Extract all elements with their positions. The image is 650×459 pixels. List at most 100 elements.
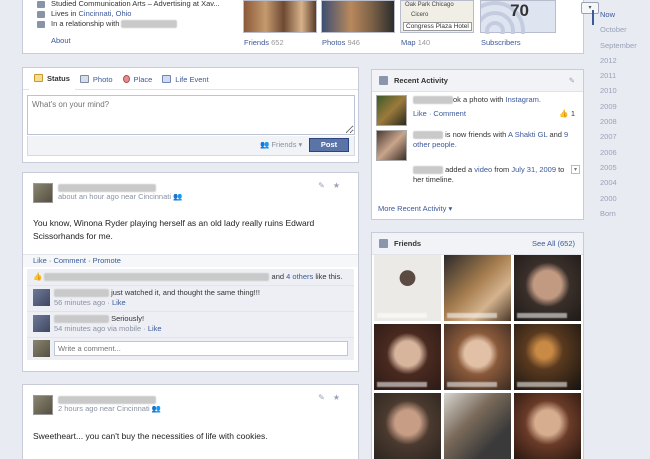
location-link[interactable]: Cincinnati, Ohio (79, 9, 132, 18)
commenter-avatar[interactable] (33, 289, 50, 306)
friend-link[interactable]: A Shakti GL (508, 130, 547, 139)
timeline-year[interactable]: 2006 (592, 148, 650, 163)
write-comment-row (27, 338, 354, 360)
comment-text: Seriously! (111, 314, 145, 323)
friends-icon: 👥 (260, 140, 270, 149)
status-composer: Status Photo Place Life Event 👥 Friends … (22, 67, 359, 163)
thumbs-up-icon: 👍 (559, 109, 569, 118)
commenter-name-redacted[interactable] (54, 315, 109, 324)
timeline-year[interactable]: 2010 (592, 86, 650, 101)
friends-audience-icon: 👥 (151, 404, 162, 413)
comment-like-link[interactable]: Like (112, 298, 126, 307)
commenter-avatar[interactable] (33, 315, 50, 332)
edit-pencil-icon[interactable]: ✎ (569, 70, 575, 91)
timeline-year[interactable]: 2008 (592, 117, 650, 132)
comment: Seriously! 54 minutes ago via mobile · L… (27, 312, 354, 338)
audience-selector[interactable]: 👥 Friends ▾ (260, 140, 302, 149)
others-like-link[interactable]: 4 others (286, 272, 313, 281)
feedback-section: 👍 and 4 others like this. just watched i… (27, 269, 354, 360)
more-recent-activity-link[interactable]: More Recent Activity ▾ (378, 204, 452, 213)
timeline-year[interactable]: 2009 (592, 102, 650, 117)
friend-tile[interactable] (444, 393, 511, 459)
author-name-redacted[interactable] (58, 395, 156, 404)
friends-icon (379, 239, 388, 248)
tab-status[interactable]: Status (29, 68, 75, 90)
map-label-mid: Cicero (411, 12, 429, 18)
activity-photo[interactable] (376, 95, 407, 126)
friend-tile[interactable] (444, 255, 511, 321)
timeline-navigation: Now October September 2012 2011 2010 200… (592, 10, 650, 224)
friend-tile[interactable] (514, 255, 581, 321)
photos-thumbnail[interactable] (321, 0, 395, 33)
thumbs-up-icon: 👍 (33, 272, 43, 281)
timeline-year[interactable]: 2000 (592, 194, 650, 209)
tab-place[interactable]: Place (118, 68, 158, 90)
comment-time[interactable]: 56 minutes ago (54, 298, 105, 307)
chevron-down-icon[interactable]: ▾ (571, 165, 580, 174)
video-link[interactable]: video (474, 165, 492, 174)
actor-name-redacted[interactable] (413, 96, 453, 105)
friend-photo[interactable] (376, 130, 407, 161)
subscribers-count: 70 (510, 1, 529, 20)
timeline-year[interactable]: 2004 (592, 178, 650, 193)
partner-name-redacted[interactable] (121, 20, 178, 29)
post-button[interactable]: Post (309, 138, 349, 152)
friend-name-redacted (377, 382, 427, 387)
instagram-link[interactable]: Instagram. (506, 95, 541, 104)
map-thumbnail[interactable]: Oak Park Chicago Cicero Congress Plaza H… (400, 0, 474, 33)
bio-education: Studied Communication Arts – Advertising… (37, 0, 220, 9)
see-all-friends-link[interactable]: See All (652) (532, 233, 575, 254)
friends-label[interactable]: Friends 652 (244, 38, 284, 47)
subscribers-label[interactable]: Subscribers (481, 38, 521, 47)
author-avatar[interactable] (33, 183, 53, 203)
promote-link[interactable]: Promote (93, 256, 121, 265)
timeline-year[interactable]: October (592, 25, 650, 40)
activity-like-comment[interactable]: Like · Comment (413, 109, 466, 118)
friend-tile[interactable] (374, 255, 441, 321)
comment-link[interactable]: Comment (53, 256, 86, 265)
timeline-year[interactable]: Born (592, 209, 650, 224)
status-input[interactable] (27, 95, 355, 135)
about-link[interactable]: About (51, 36, 71, 45)
timeline-year[interactable]: Now (592, 10, 650, 26)
likers-names-redacted[interactable] (44, 273, 270, 282)
star-icon[interactable]: ★ (333, 393, 348, 402)
subscribers-box[interactable]: 70 (480, 0, 556, 34)
friend-tile[interactable] (374, 393, 441, 459)
timeline-year[interactable]: 2005 (592, 163, 650, 178)
date-link[interactable]: July 31, 2009 (511, 165, 556, 174)
friend-tile[interactable] (514, 393, 581, 459)
commenter-name-redacted[interactable] (54, 289, 109, 298)
comment-like-link[interactable]: Like (148, 324, 162, 333)
friends-thumbnail[interactable] (243, 0, 317, 33)
friend-tile[interactable] (374, 324, 441, 390)
timeline-year[interactable]: 2012 (592, 56, 650, 71)
like-count[interactable]: 👍 1 (559, 109, 575, 119)
actor-name-redacted[interactable] (413, 166, 443, 175)
home-icon (37, 10, 45, 18)
like-link[interactable]: Like (33, 256, 47, 265)
author-avatar[interactable] (33, 395, 53, 415)
map-label[interactable]: Map 140 (401, 38, 430, 47)
tab-life-event[interactable]: Life Event (157, 68, 213, 90)
timeline-year[interactable]: 2011 (592, 71, 650, 86)
timeline-year[interactable]: 2007 (592, 132, 650, 147)
star-icon[interactable]: ★ (333, 181, 348, 190)
photos-label[interactable]: Photos 946 (322, 38, 360, 47)
comment-time[interactable]: 54 minutes ago via mobile (54, 324, 141, 333)
story-meta[interactable]: about an hour ago near Cincinnati (58, 192, 171, 201)
timeline-year[interactable]: September (592, 41, 650, 56)
friend-tile[interactable] (514, 324, 581, 390)
story-controls: ✎★ (318, 181, 348, 190)
edit-pencil-icon[interactable]: ✎ (318, 181, 333, 190)
story-meta[interactable]: 2 hours ago near Cincinnati (58, 404, 150, 413)
friend-tile[interactable] (444, 324, 511, 390)
actor-name-redacted[interactable] (413, 131, 443, 140)
composer-tabs: Status Photo Place Life Event (23, 68, 358, 90)
tab-photo[interactable]: Photo (75, 68, 118, 90)
viewer-avatar (33, 340, 50, 357)
write-comment-input[interactable] (54, 341, 348, 356)
edit-pencil-icon[interactable]: ✎ (318, 393, 333, 402)
author-name-redacted[interactable] (58, 183, 156, 192)
recent-activity-header: Recent Activity ✎ (372, 70, 583, 92)
